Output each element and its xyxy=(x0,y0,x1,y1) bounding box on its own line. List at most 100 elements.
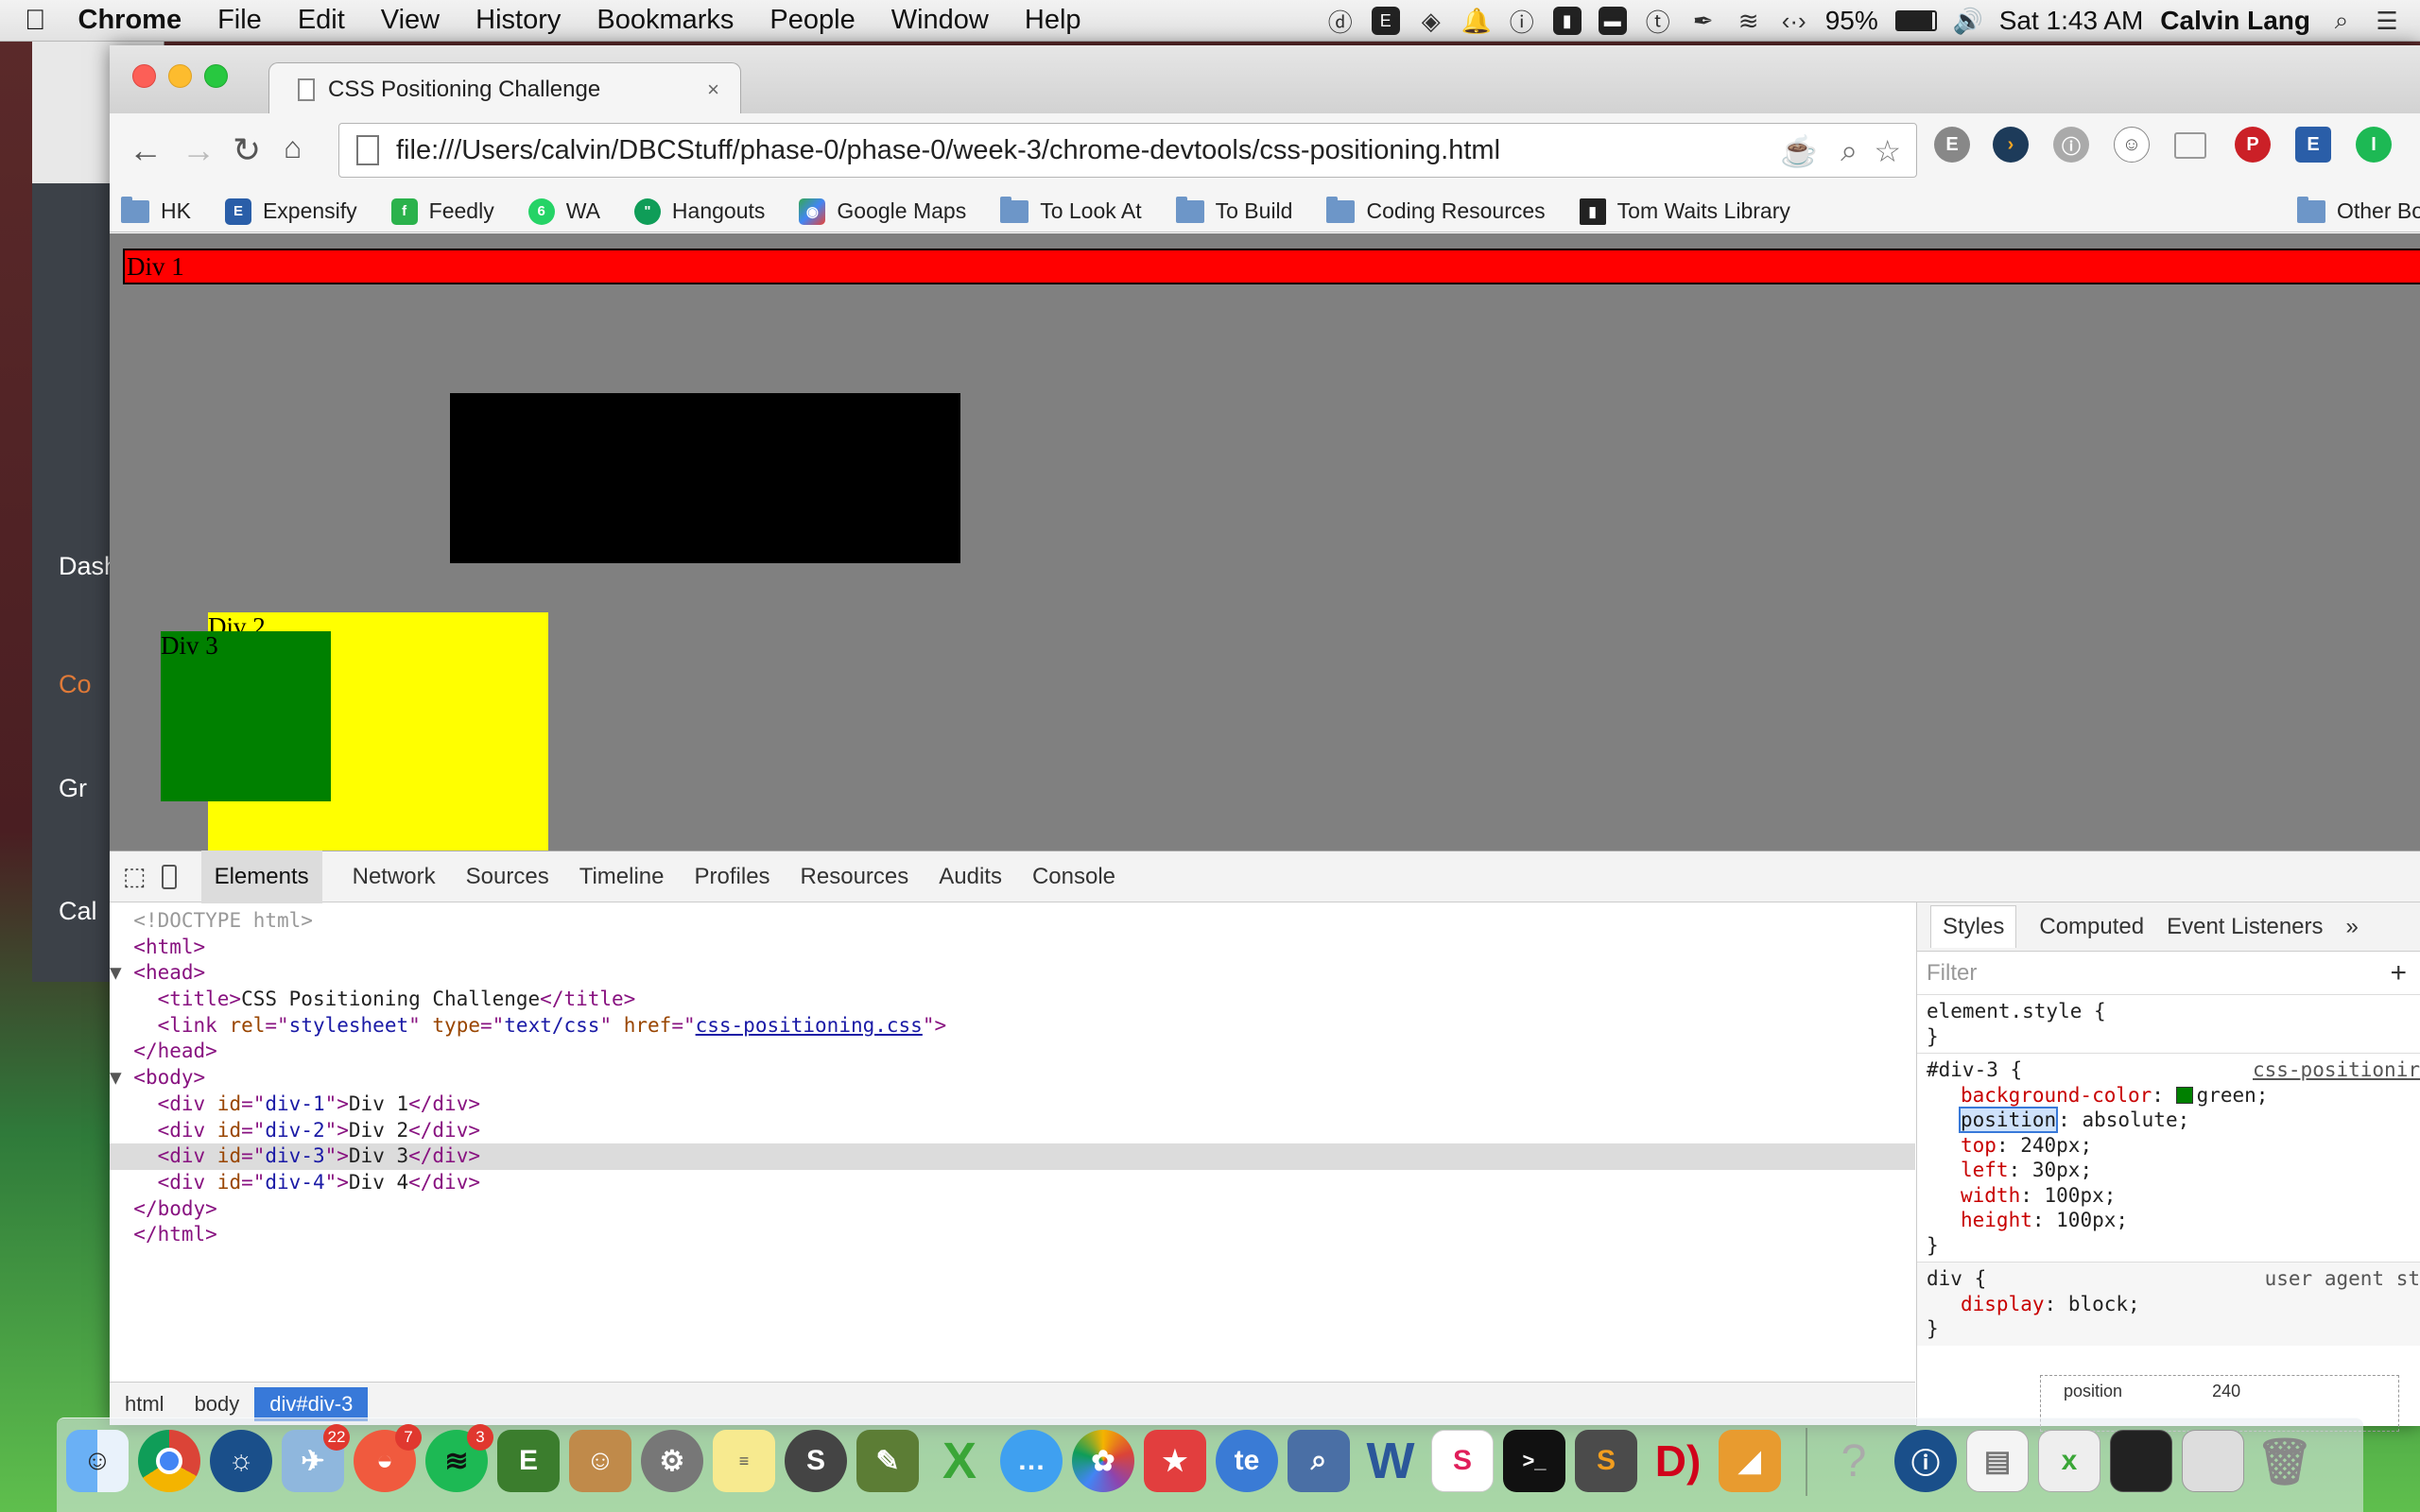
bookmark-feedly[interactable]: f Feedly xyxy=(390,198,494,225)
cookie-icon[interactable]: ☕ xyxy=(1780,133,1818,169)
css-declaration[interactable]: left: 30px; xyxy=(1927,1158,2411,1183)
bookmark-folder-other[interactable]: Other Bo xyxy=(2296,196,2420,224)
contacts-icon[interactable]: ☺ xyxy=(569,1430,631,1492)
browser-thumbnail-icon[interactable] xyxy=(2182,1430,2244,1492)
script-editor-icon[interactable]: ✎ xyxy=(856,1430,919,1492)
forward-arrow-icon[interactable]: → xyxy=(182,130,216,170)
volume-icon[interactable]: 🔊 xyxy=(1953,7,1983,35)
user-agent-rule[interactable]: div { user agent st display: block; } xyxy=(1917,1263,2420,1346)
dom-node-doctype[interactable]: <!DOCTYPE html> xyxy=(110,908,1915,935)
1password-icon[interactable]: ⓘ xyxy=(1508,7,1536,37)
finder-icon[interactable]: ☺ xyxy=(66,1430,129,1492)
address-bar[interactable]: file:///Users/calvin/DBCStuff/phase-0/ph… xyxy=(338,123,1917,178)
rule-source-link[interactable]: css-positionir xyxy=(2253,1057,2420,1083)
tab-computed[interactable]: Computed xyxy=(2039,914,2144,940)
tab-audits[interactable]: Audits xyxy=(939,864,1002,890)
code-icon[interactable]: ‹·› xyxy=(1780,7,1808,35)
wifi-icon[interactable]: ≋ xyxy=(1735,7,1763,35)
bookmark-folder-to-look-at[interactable]: To Look At xyxy=(1000,196,1142,224)
tab-elements[interactable]: Elements xyxy=(200,850,322,903)
dropbox-icon[interactable]: ◈ xyxy=(1417,7,1445,35)
dashlane-icon[interactable]: ⓓ xyxy=(1326,7,1355,37)
address-url[interactable]: file:///Users/calvin/DBCStuff/phase-0/ph… xyxy=(396,135,1500,166)
browser-tab[interactable]: CSS Positioning Challenge × xyxy=(268,62,741,115)
bookmark-ribbon-icon[interactable]: ▮ xyxy=(1552,7,1582,35)
breadcrumb-div-3[interactable]: div#div-3 xyxy=(254,1386,369,1421)
apple-icon[interactable]:  xyxy=(25,5,46,37)
breadcrumb-html[interactable]: html xyxy=(110,1387,180,1421)
minimize-window-button[interactable] xyxy=(168,64,192,88)
menu-people[interactable]: People xyxy=(769,5,855,36)
dom-node-html[interactable]: <html> xyxy=(110,935,1915,961)
bookmark-hangouts[interactable]: " Hangouts xyxy=(633,198,765,225)
spreadsheet-stack-icon[interactable]: x xyxy=(2038,1430,2100,1492)
background-sidebar-item[interactable]: Gr xyxy=(59,774,87,803)
menu-file[interactable]: File xyxy=(217,5,262,36)
zoom-icon[interactable]: ⌕ xyxy=(1841,133,1858,169)
dom-node-div[interactable]: <div id="div-2">Div 2</div> xyxy=(110,1118,1915,1144)
more-tabs-chevron-icon[interactable]: » xyxy=(2346,914,2359,940)
word-icon[interactable]: W xyxy=(1359,1430,1422,1492)
css-declaration[interactable]: height: 100px; xyxy=(1927,1208,2411,1233)
expensify-extension-icon[interactable]: E xyxy=(2295,127,2331,163)
expand-triangle-icon[interactable]: ▼ xyxy=(110,961,133,984)
bookmark-wa[interactable]: 6 WA xyxy=(527,198,600,225)
tab-close-icon[interactable]: × xyxy=(707,77,719,102)
battery-icon[interactable] xyxy=(1894,10,1937,31)
element-style-rule[interactable]: element.style { } xyxy=(1917,995,2420,1054)
chrome-icon[interactable] xyxy=(138,1430,200,1492)
div-3-box[interactable]: Div 3 xyxy=(161,631,331,801)
maximize-window-button[interactable] xyxy=(204,64,228,88)
menu-history[interactable]: History xyxy=(475,5,561,36)
bookmark-expensify[interactable]: E Expensify xyxy=(224,198,357,225)
menu-view[interactable]: View xyxy=(381,5,440,36)
menu-help[interactable]: Help xyxy=(1025,5,1081,36)
tab-event-listeners[interactable]: Event Listeners xyxy=(2167,914,2323,940)
div-1-box[interactable]: Div 1 xyxy=(123,249,2420,284)
menu-clock[interactable]: Sat 1:43 AM xyxy=(1999,6,2144,36)
dom-node-div-selected[interactable]: <div id="div-3">Div 3</div> xyxy=(110,1143,1915,1170)
terminal-icon[interactable]: >_ xyxy=(1503,1430,1565,1492)
background-sidebar-item[interactable]: Co xyxy=(59,670,92,699)
tab-network[interactable]: Network xyxy=(353,864,436,890)
bookmark-google-maps[interactable]: ◉ Google Maps xyxy=(799,198,966,225)
bookmark-folder-to-build[interactable]: To Build xyxy=(1175,196,1292,224)
window-thumbnail-icon[interactable] xyxy=(2110,1430,2172,1492)
expand-triangle-icon[interactable]: ▼ xyxy=(110,1066,133,1089)
close-window-button[interactable] xyxy=(132,64,156,88)
menu-user[interactable]: Calvin Lang xyxy=(2160,6,2310,36)
div-3-rule[interactable]: #div-3 { css-positionir background-color… xyxy=(1917,1054,2420,1263)
menu-window[interactable]: Window xyxy=(891,5,989,36)
sublime-text-icon[interactable]: S xyxy=(1575,1430,1637,1492)
network-app-icon[interactable]: ☼ xyxy=(210,1430,272,1492)
dash-icon[interactable]: D) xyxy=(1647,1430,1709,1492)
styles-filter-input[interactable]: Filter + xyxy=(1917,952,2420,995)
tab-console[interactable]: Console xyxy=(1032,864,1115,890)
trash-icon[interactable]: 🗑 xyxy=(2254,1430,2316,1492)
stickies-icon[interactable]: ≡ xyxy=(713,1430,775,1492)
pinterest-extension-icon[interactable]: P xyxy=(2235,127,2271,163)
reload-icon[interactable]: ↻ xyxy=(233,130,261,170)
star-bookmark-icon[interactable]: ☆ xyxy=(1874,133,1901,169)
1password-icon[interactable]: ⓘ xyxy=(1894,1430,1957,1492)
1password-extension-icon[interactable]: ⓘ xyxy=(2053,127,2089,163)
evernote-icon[interactable]: E xyxy=(497,1430,560,1492)
wunderlist-icon[interactable]: ★ xyxy=(1144,1430,1206,1492)
dom-node-div[interactable]: <div id="div-1">Div 1</div> xyxy=(110,1091,1915,1118)
inspect-element-icon[interactable]: ⬚ xyxy=(123,862,147,891)
dom-node-title[interactable]: <title>CSS Positioning Challenge</title> xyxy=(110,987,1915,1013)
div-4-box[interactable] xyxy=(450,393,960,563)
scrivener-icon[interactable]: S xyxy=(785,1430,847,1492)
textexpander-icon[interactable]: te xyxy=(1216,1430,1278,1492)
dom-node-body-close[interactable]: </body> xyxy=(110,1196,1915,1223)
menu-edit[interactable]: Edit xyxy=(298,5,345,36)
bookmark-folder-coding-resources[interactable]: Coding Resources xyxy=(1326,196,1546,224)
menu-bookmarks[interactable]: Bookmarks xyxy=(596,5,734,36)
breadcrumb-body[interactable]: body xyxy=(180,1387,255,1421)
system-preferences-icon[interactable]: ⚙ xyxy=(641,1430,703,1492)
css-declaration[interactable]: width: 100px; xyxy=(1927,1183,2411,1209)
preview-icon[interactable]: ⌕ xyxy=(1288,1430,1350,1492)
mail-icon[interactable]: ✈ 22 xyxy=(282,1424,350,1492)
background-sidebar-item[interactable]: Cal xyxy=(59,897,97,926)
bookmark-folder-hk[interactable]: HK xyxy=(121,196,191,224)
